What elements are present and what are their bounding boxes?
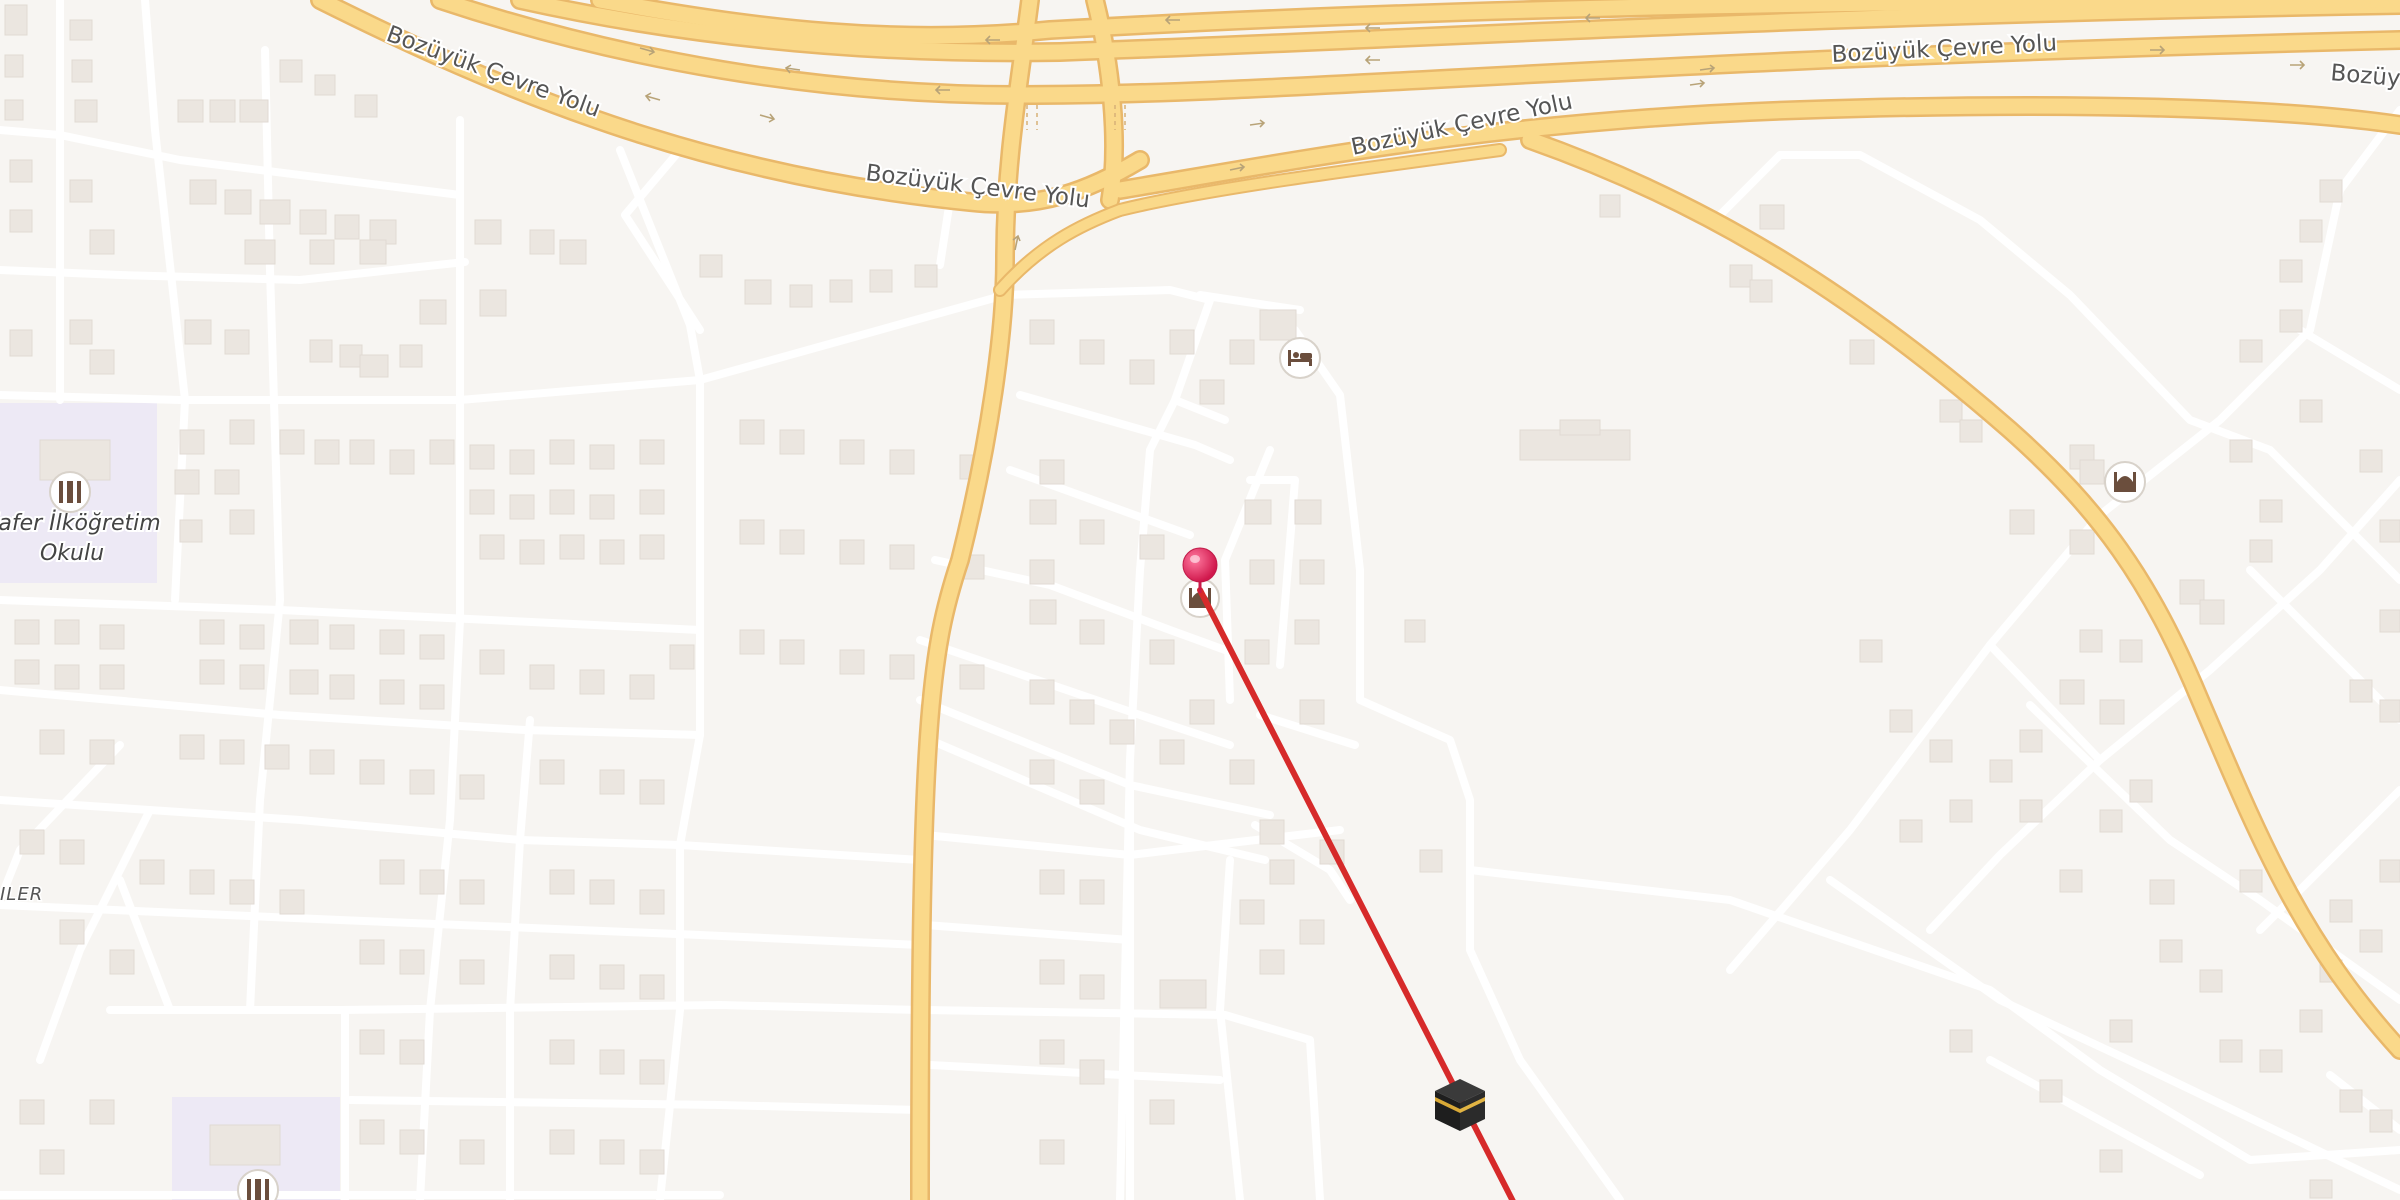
school-label: Okulu <box>40 541 104 566</box>
school-poi[interactable] <box>49 471 91 513</box>
mosque-poi[interactable] <box>2104 461 2146 503</box>
school-label: Zafer İlköğretim <box>0 510 161 536</box>
district-label: ILER <box>0 884 43 905</box>
school-icon <box>59 481 81 503</box>
school-icon <box>247 1179 269 1200</box>
hotel-poi[interactable] <box>1279 337 1321 379</box>
map-canvas[interactable]: Bozüyük Çevre Yolu Bozüyük Çevre Yolu Bo… <box>0 0 2400 1200</box>
school-poi[interactable] <box>237 1169 279 1200</box>
